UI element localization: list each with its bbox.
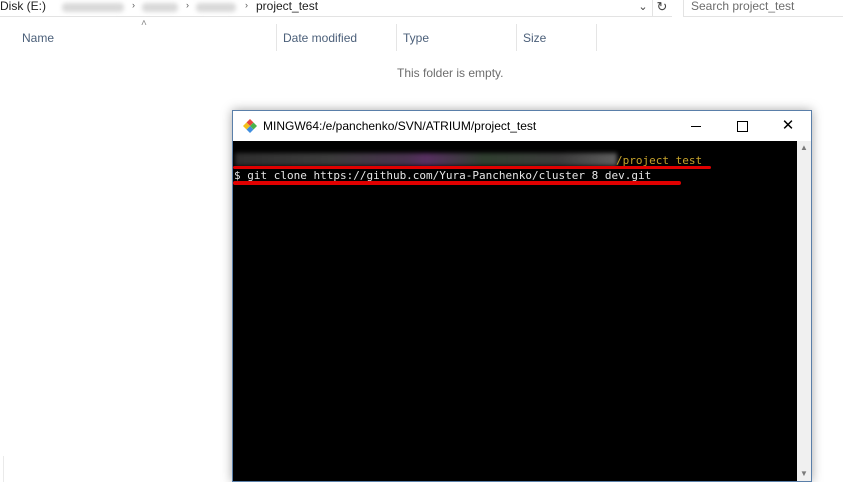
empty-folder-message: This folder is empty. <box>397 66 504 80</box>
scroll-up-icon[interactable]: ▲ <box>797 141 811 155</box>
git-bash-icon <box>243 119 257 133</box>
annotation-underline <box>233 181 681 185</box>
terminal-scrollbar[interactable]: ▲ ▼ <box>797 141 811 481</box>
terminal-output[interactable]: /project_test $ git clone https://github… <box>233 141 797 481</box>
scroll-down-icon[interactable]: ▼ <box>797 467 811 481</box>
terminal-title: MINGW64:/e/panchenko/SVN/ATRIUM/project_… <box>263 119 537 133</box>
breadcrumb-separator-icon: › <box>186 0 189 10</box>
breadcrumb-current-folder[interactable]: project_test <box>256 0 318 13</box>
breadcrumb-blurred-segment <box>62 3 124 12</box>
chevron-down-icon[interactable]: ⌄ <box>636 0 650 15</box>
address-bar[interactable]: Disk (E:) › › › project_test ⌄ ↻ <box>0 0 672 17</box>
column-header-size[interactable]: Size <box>523 31 546 45</box>
column-header-date-modified[interactable]: Date modified <box>283 31 357 45</box>
terminal-window[interactable]: MINGW64:/e/panchenko/SVN/ATRIUM/project_… <box>232 110 812 482</box>
search-input[interactable]: Search project_test <box>683 0 843 17</box>
column-divider[interactable] <box>596 24 597 51</box>
minimize-icon <box>691 126 701 128</box>
sort-ascending-icon: ˄ <box>141 18 147 29</box>
minimize-button[interactable] <box>673 111 719 141</box>
breadcrumb-blurred-segment <box>142 3 178 12</box>
maximize-button[interactable] <box>719 111 765 141</box>
column-header-name[interactable]: Name <box>22 31 54 45</box>
breadcrumb-drive[interactable]: Disk (E:) <box>0 0 46 13</box>
column-divider[interactable] <box>276 24 277 51</box>
breadcrumb-blurred-segment <box>196 3 236 12</box>
terminal-title-bar[interactable]: MINGW64:/e/panchenko/SVN/ATRIUM/project_… <box>233 111 811 141</box>
pane-divider <box>3 456 4 482</box>
column-divider[interactable] <box>396 24 397 51</box>
refresh-icon[interactable]: ↻ <box>652 0 671 16</box>
breadcrumb-separator-icon: › <box>245 0 248 10</box>
maximize-icon <box>736 121 748 133</box>
search-placeholder: Search project_test <box>691 0 795 13</box>
blurred-user-host <box>235 153 617 166</box>
close-button[interactable]: ✕ <box>765 111 811 141</box>
column-divider[interactable] <box>516 24 517 51</box>
close-icon: ✕ <box>781 117 795 134</box>
column-header-type[interactable]: Type <box>403 31 429 45</box>
breadcrumb-separator-icon: › <box>132 0 135 10</box>
